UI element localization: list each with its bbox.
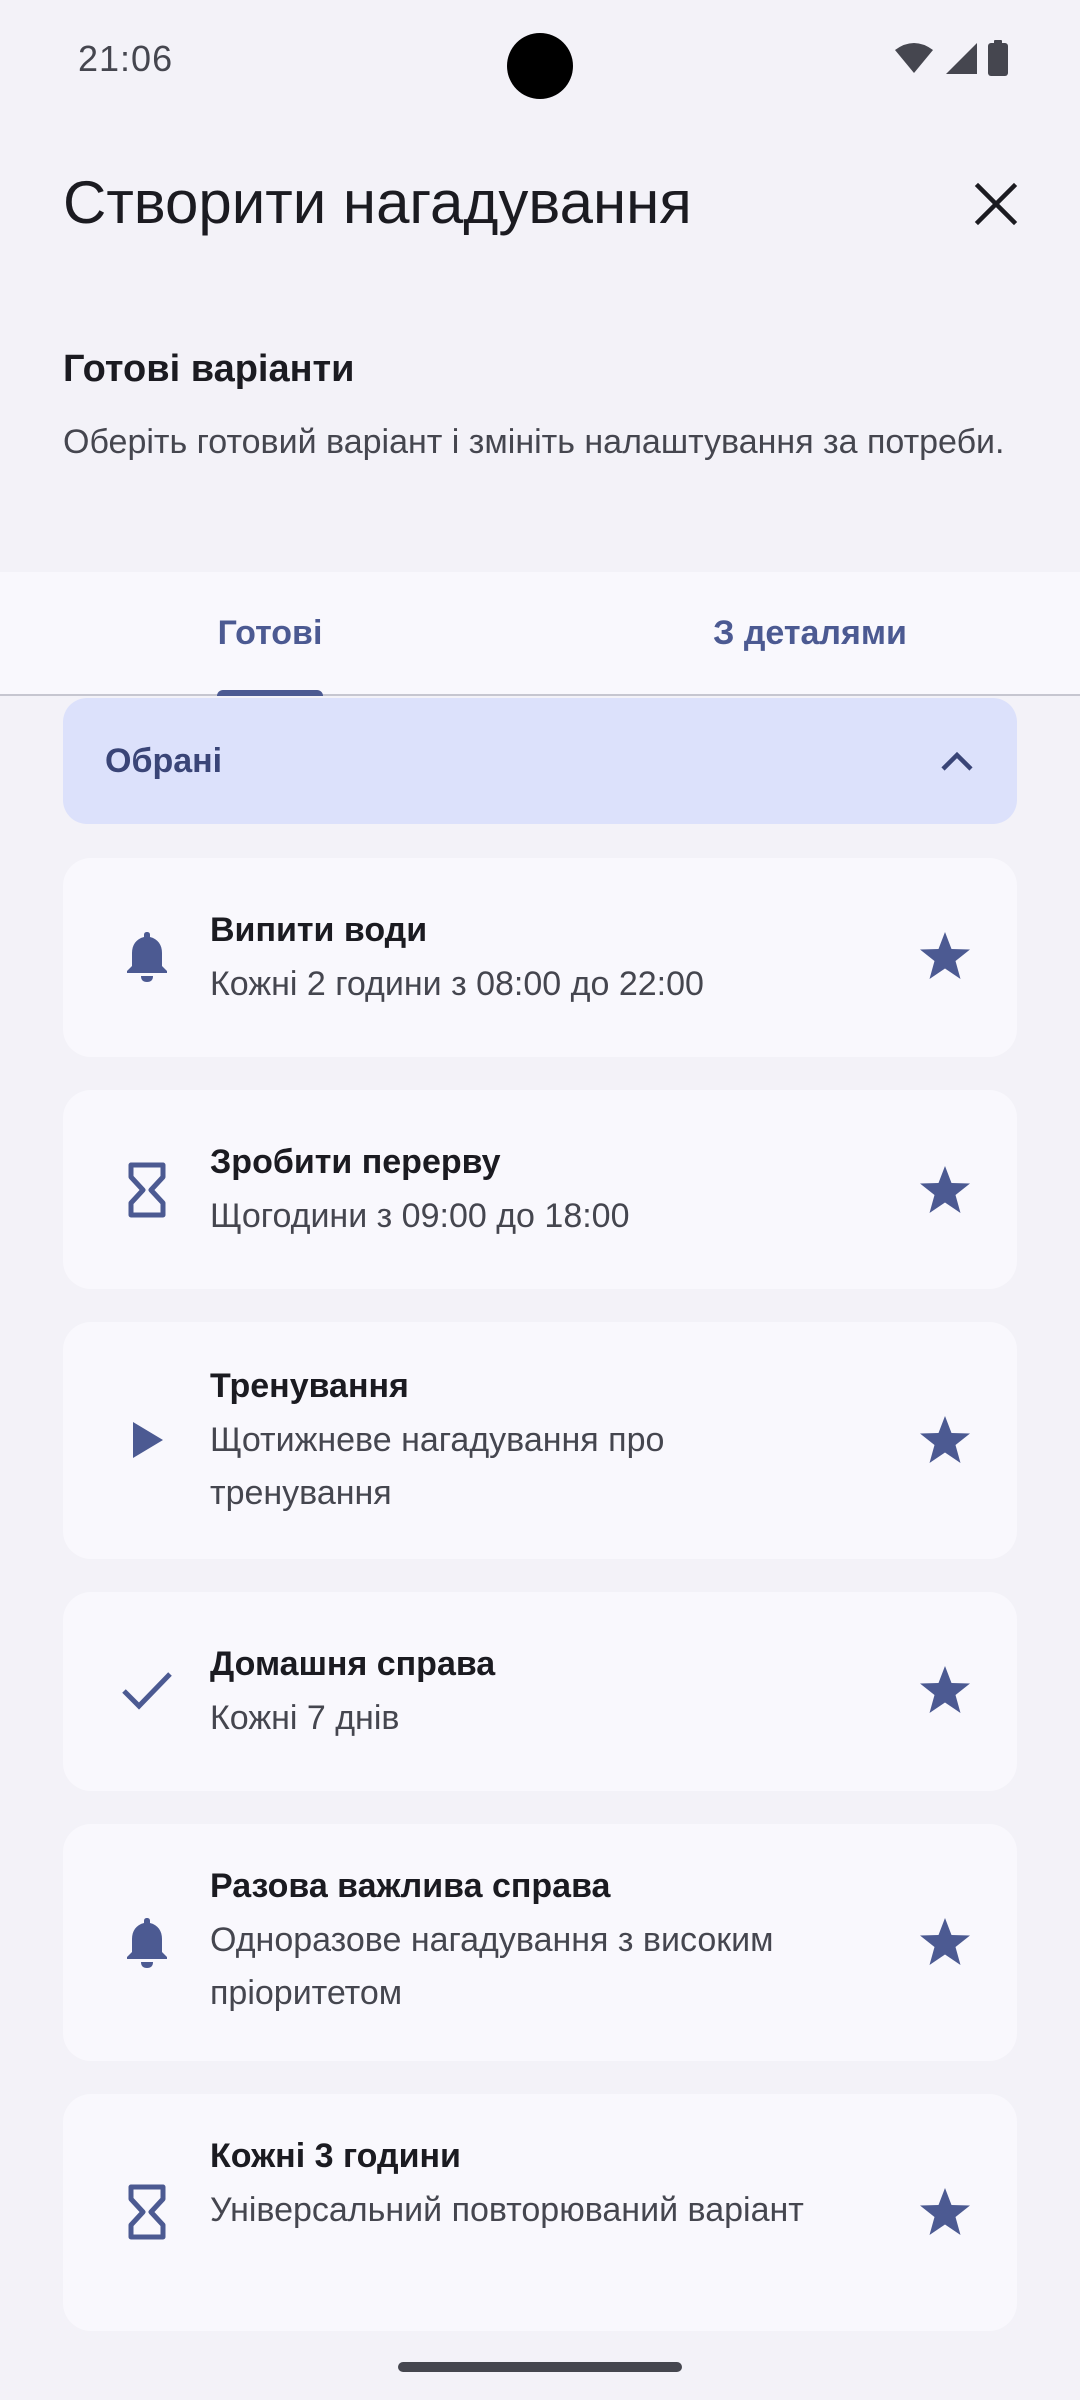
card-text: Тренування Щотижневе нагадування про тре… <box>210 1362 850 1520</box>
gesture-navigation-bar[interactable] <box>398 2362 682 2372</box>
section-title: Готові варіанти <box>63 348 355 390</box>
check-icon <box>111 1654 183 1726</box>
star-icon <box>920 1416 970 1463</box>
close-button[interactable] <box>960 168 1032 240</box>
card-title: Зробити перерву <box>210 1143 501 1181</box>
card-subtitle: Одноразове нагадування з високим пріорит… <box>210 1921 774 2012</box>
preset-card-take-break[interactable]: Зробити перерву Щогодини з 09:00 до 18:0… <box>63 1090 1017 1289</box>
card-title: Кожні 3 години <box>210 2137 461 2175</box>
card-text: Разова важлива справа Одноразове нагадув… <box>210 1862 850 2020</box>
hourglass-icon <box>111 2176 183 2248</box>
status-bar: 21:06 <box>0 0 1080 120</box>
star-icon <box>920 932 970 979</box>
card-subtitle: Щогодини з 09:00 до 18:00 <box>210 1197 630 1235</box>
card-text: Зробити перерву Щогодини з 09:00 до 18:0… <box>210 1138 850 1243</box>
card-subtitle: Кожні 7 днів <box>210 1699 400 1737</box>
preset-card-every-3-hours[interactable]: Кожні 3 години Універсальний повторювани… <box>63 2094 1017 2331</box>
page-title: Створити нагадування <box>63 169 692 236</box>
preset-card-housework[interactable]: Домашня справа Кожні 7 днів <box>63 1592 1017 1791</box>
favorites-group-label: Обрані <box>105 741 223 780</box>
star-icon <box>920 2188 970 2235</box>
card-text: Випити води Кожні 2 години з 08:00 до 22… <box>210 906 850 1011</box>
favorite-star-button[interactable] <box>909 1906 981 1978</box>
status-time: 21:06 <box>78 38 174 79</box>
close-icon <box>974 182 1018 226</box>
star-icon <box>920 1166 970 1213</box>
section-description: Оберіть готовий варіант і змініть налашт… <box>63 423 1005 461</box>
tab-bar: Готові З деталями <box>0 572 1080 696</box>
star-icon <box>920 1666 970 1713</box>
card-title: Тренування <box>210 1367 409 1405</box>
favorite-star-button[interactable] <box>909 1154 981 1226</box>
card-text: Домашня справа Кожні 7 днів <box>210 1640 850 1745</box>
card-title: Випити води <box>210 911 428 949</box>
card-text: Кожні 3 години Універсальний повторювани… <box>210 2132 850 2237</box>
wifi-icon <box>895 43 933 73</box>
bell-icon <box>111 920 183 992</box>
bell-icon <box>111 1906 183 1978</box>
signal-icon <box>946 43 977 74</box>
preset-card-one-time-important[interactable]: Разова важлива справа Одноразове нагадув… <box>63 1824 1017 2061</box>
battery-icon <box>988 40 1008 76</box>
preset-card-drink-water[interactable]: Випити води Кожні 2 години з 08:00 до 22… <box>63 858 1017 1057</box>
tab-ready[interactable]: Готові <box>0 572 540 694</box>
tab-detailed[interactable]: З деталями <box>540 572 1080 694</box>
card-title: Разова важлива справа <box>210 1867 611 1905</box>
play-icon <box>111 1404 183 1476</box>
card-title: Домашня справа <box>210 1645 496 1683</box>
tab-detailed-label: З деталями <box>713 613 907 652</box>
favorite-star-button[interactable] <box>909 2176 981 2248</box>
camera-cutout <box>507 33 573 99</box>
tab-ready-label: Готові <box>217 613 323 652</box>
card-subtitle: Універсальний повторюваний варіант <box>210 2191 804 2229</box>
status-icons <box>894 40 1008 76</box>
card-subtitle: Кожні 2 години з 08:00 до 22:00 <box>210 965 704 1003</box>
chevron-up-icon <box>941 751 973 771</box>
favorite-star-button[interactable] <box>909 1654 981 1726</box>
screen: 21:06 Створити нагадування Готові варіан… <box>0 0 1080 2400</box>
preset-card-workout[interactable]: Тренування Щотижневе нагадування про тре… <box>63 1322 1017 1559</box>
hourglass-icon <box>111 1154 183 1226</box>
favorites-group-header[interactable]: Обрані <box>63 698 1017 824</box>
favorite-star-button[interactable] <box>909 920 981 992</box>
star-icon <box>920 1918 970 1965</box>
favorite-star-button[interactable] <box>909 1404 981 1476</box>
card-subtitle: Щотижневе нагадування про тренування <box>210 1421 665 1512</box>
